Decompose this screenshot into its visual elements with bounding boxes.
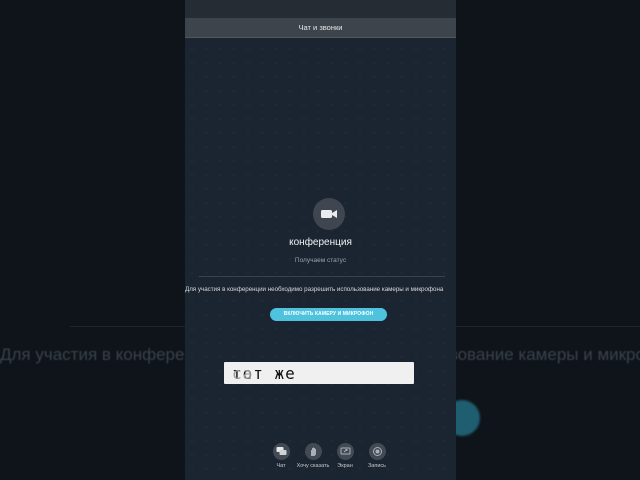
conference-title: конференция — [289, 237, 352, 248]
chat-icon — [272, 443, 290, 460]
divider — [199, 276, 445, 277]
status-bar — [185, 0, 456, 18]
conference-avatar — [313, 198, 345, 230]
header-bar: Чат и звонки — [185, 18, 456, 38]
toolbar-record-label: Запись — [367, 463, 387, 469]
screen-share-icon — [336, 443, 354, 460]
toolbar-record-button[interactable]: Запись — [357, 443, 397, 470]
video-camera-icon — [321, 210, 337, 218]
permission-notice: Для участия в конференции необходимо раз… — [185, 286, 444, 293]
enable-camera-mic-button[interactable]: ВКЛЮЧИТЬ КАМЕРУ И МИКРОФОН — [270, 308, 387, 321]
record-icon — [368, 443, 386, 460]
conference-status: Получаем статус — [294, 257, 347, 264]
header-title: Чат и звонки — [298, 23, 343, 32]
enable-camera-mic-label: ВКЛЮЧИТЬ КАМЕРУ И МИКРОФОН — [283, 311, 374, 317]
phone-screen: Чат и звонки конференция Получаем статус… — [185, 0, 456, 480]
background-text-right: зование камеры и микро — [450, 345, 640, 364]
video-caption: тот же са — [224, 362, 414, 384]
caption-text-faded: са — [232, 364, 254, 383]
hand-icon — [304, 443, 322, 460]
